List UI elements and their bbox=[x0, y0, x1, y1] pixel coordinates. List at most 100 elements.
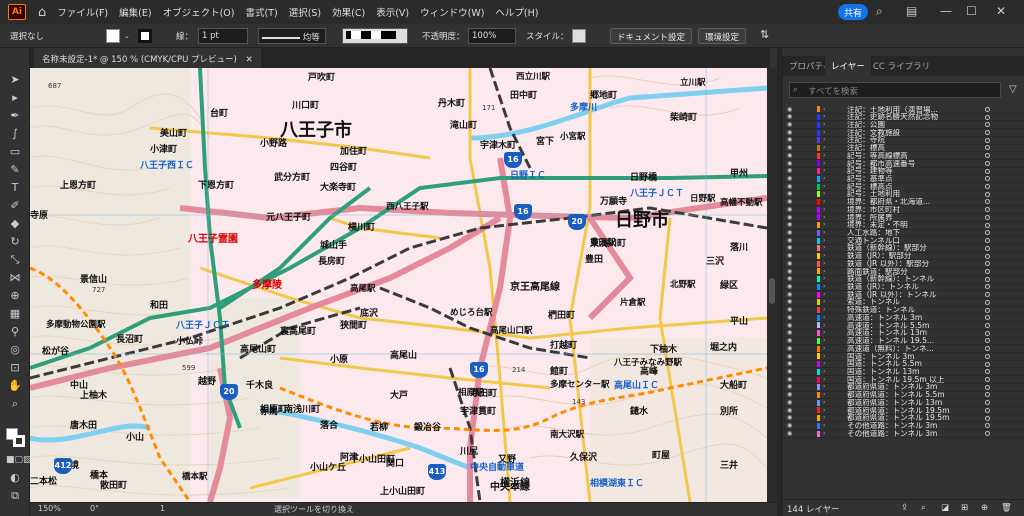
visibility-eye-icon[interactable]: ◉ bbox=[787, 360, 797, 368]
artboard-canvas[interactable]: 八王子市 日野市 戸吹町 西立川駅 丹木町 田中町 郷地町 立川駅 川口町 多摩川 滝山町 美山町 小宮… bbox=[30, 68, 767, 502]
pen-tool-icon[interactable]: ✒ bbox=[6, 108, 24, 124]
new-layer-icon[interactable]: ⊕ bbox=[981, 503, 988, 513]
visibility-eye-icon[interactable]: ◉ bbox=[787, 298, 797, 306]
expand-arrow-icon[interactable]: › bbox=[823, 306, 825, 314]
visibility-eye-icon[interactable]: ◉ bbox=[787, 237, 797, 245]
target-circle-icon[interactable] bbox=[985, 214, 990, 220]
tab-cc-libraries[interactable]: CC ライブラリ bbox=[873, 60, 930, 72]
visibility-eye-icon[interactable]: ◉ bbox=[787, 113, 797, 121]
visibility-eye-icon[interactable]: ◉ bbox=[787, 167, 797, 175]
close-tab-icon[interactable]: ✕ bbox=[246, 55, 253, 65]
zoom-level[interactable]: 150% bbox=[38, 504, 61, 513]
menu-file[interactable]: ファイル(F) bbox=[57, 5, 108, 19]
target-circle-icon[interactable] bbox=[985, 106, 990, 112]
maximize-icon[interactable]: ☐ bbox=[966, 4, 977, 18]
visibility-eye-icon[interactable]: ◉ bbox=[787, 353, 797, 361]
rectangle-tool-icon[interactable]: ▭ bbox=[6, 144, 24, 160]
visibility-eye-icon[interactable]: ◉ bbox=[787, 283, 797, 291]
minimize-icon[interactable]: — bbox=[940, 4, 952, 18]
visibility-eye-icon[interactable]: ◉ bbox=[787, 198, 797, 206]
share-button[interactable]: 共有 bbox=[838, 4, 868, 20]
expand-arrow-icon[interactable]: › bbox=[823, 337, 825, 345]
document-tab[interactable]: 名称未設定-1* @ 150 % (CMYK/CPU プレビュー) ✕ bbox=[34, 48, 261, 68]
type-tool-icon[interactable]: T bbox=[6, 180, 24, 196]
expand-arrow-icon[interactable]: › bbox=[823, 113, 825, 121]
expand-arrow-icon[interactable]: › bbox=[823, 407, 825, 415]
rotation-angle[interactable]: 0° bbox=[90, 504, 99, 513]
target-circle-icon[interactable] bbox=[985, 276, 990, 282]
graphic-style-swatch[interactable] bbox=[572, 29, 586, 43]
expand-arrow-icon[interactable]: › bbox=[823, 237, 825, 245]
expand-arrow-icon[interactable]: › bbox=[823, 291, 825, 299]
visibility-eye-icon[interactable]: ◉ bbox=[787, 106, 797, 113]
hand-tool-icon[interactable]: ✋ bbox=[6, 378, 24, 394]
preferences-button[interactable]: 環境設定 bbox=[698, 28, 747, 44]
eyedropper-tool-icon[interactable]: ⚲ bbox=[6, 324, 24, 340]
close-icon[interactable]: ✕ bbox=[996, 4, 1006, 18]
expand-arrow-icon[interactable]: › bbox=[823, 329, 825, 337]
visibility-eye-icon[interactable]: ◉ bbox=[787, 368, 797, 376]
visibility-eye-icon[interactable]: ◉ bbox=[787, 383, 797, 391]
locate-object-icon[interactable]: ⌕ bbox=[921, 503, 926, 513]
target-circle-icon[interactable] bbox=[985, 361, 990, 367]
scale-tool-icon[interactable]: ⤡ bbox=[6, 252, 24, 268]
export-icon[interactable]: ⇪ bbox=[901, 503, 908, 513]
expand-arrow-icon[interactable]: › bbox=[823, 229, 825, 237]
target-circle-icon[interactable] bbox=[985, 384, 990, 390]
visibility-eye-icon[interactable]: ◉ bbox=[787, 190, 797, 198]
artboard-number[interactable]: 1 bbox=[160, 504, 165, 513]
rotate-tool-icon[interactable]: ↻ bbox=[6, 234, 24, 250]
target-circle-icon[interactable] bbox=[985, 222, 990, 228]
expand-arrow-icon[interactable]: › bbox=[823, 353, 825, 361]
home-icon[interactable]: ⌂ bbox=[38, 5, 46, 20]
visibility-eye-icon[interactable]: ◉ bbox=[787, 129, 797, 137]
expand-arrow-icon[interactable]: › bbox=[823, 206, 825, 214]
layer-row[interactable]: ◉ › その他道路：トンネル 3m bbox=[783, 430, 1024, 438]
paintbrush-tool-icon[interactable]: ✎ bbox=[6, 162, 24, 178]
expand-arrow-icon[interactable]: › bbox=[823, 298, 825, 306]
visibility-eye-icon[interactable]: ◉ bbox=[787, 136, 797, 144]
expand-arrow-icon[interactable]: › bbox=[823, 360, 825, 368]
visibility-eye-icon[interactable]: ◉ bbox=[787, 322, 797, 330]
visibility-eye-icon[interactable]: ◉ bbox=[787, 407, 797, 415]
visibility-eye-icon[interactable]: ◉ bbox=[787, 275, 797, 283]
expand-arrow-icon[interactable]: › bbox=[823, 152, 825, 160]
new-sublayer-icon[interactable]: ⊞ bbox=[961, 503, 968, 513]
target-circle-icon[interactable] bbox=[985, 353, 990, 359]
expand-arrow-icon[interactable]: › bbox=[823, 275, 825, 283]
visibility-eye-icon[interactable]: ◉ bbox=[787, 291, 797, 299]
visibility-eye-icon[interactable]: ◉ bbox=[787, 329, 797, 337]
visibility-eye-icon[interactable]: ◉ bbox=[787, 314, 797, 322]
zoom-tool-icon[interactable]: ⌕ bbox=[6, 396, 24, 412]
brush-definition[interactable] bbox=[342, 28, 408, 44]
vertical-scrollbar[interactable] bbox=[767, 68, 777, 502]
eraser-tool-icon[interactable]: ◆ bbox=[6, 216, 24, 232]
menu-help[interactable]: ヘルプ(H) bbox=[495, 5, 538, 19]
stroke-color-icon[interactable] bbox=[13, 435, 25, 447]
direct-selection-tool-icon[interactable]: ▸ bbox=[6, 90, 24, 106]
expand-arrow-icon[interactable]: › bbox=[823, 198, 825, 206]
target-circle-icon[interactable] bbox=[985, 299, 990, 305]
visibility-eye-icon[interactable]: ◉ bbox=[787, 376, 797, 384]
visibility-eye-icon[interactable]: ◉ bbox=[787, 121, 797, 129]
pencil-tool-icon[interactable]: ✐ bbox=[6, 198, 24, 214]
expand-arrow-icon[interactable]: › bbox=[823, 322, 825, 330]
target-circle-icon[interactable] bbox=[985, 160, 990, 166]
expand-arrow-icon[interactable]: › bbox=[823, 391, 825, 399]
expand-arrow-icon[interactable]: › bbox=[823, 414, 825, 422]
menu-effect[interactable]: 効果(C) bbox=[332, 5, 365, 19]
current-tool-status[interactable]: 選択ツールを切り換え bbox=[274, 504, 354, 515]
visibility-eye-icon[interactable]: ◉ bbox=[787, 206, 797, 214]
expand-arrow-icon[interactable]: › bbox=[823, 314, 825, 322]
visibility-eye-icon[interactable]: ◉ bbox=[787, 183, 797, 191]
width-tool-icon[interactable]: ⋈ bbox=[6, 270, 24, 286]
expand-arrow-icon[interactable]: › bbox=[823, 136, 825, 144]
fill-swatch[interactable] bbox=[106, 29, 120, 43]
expand-arrow-icon[interactable]: › bbox=[823, 106, 825, 113]
visibility-eye-icon[interactable]: ◉ bbox=[787, 399, 797, 407]
shape-builder-tool-icon[interactable]: ⊕ bbox=[6, 288, 24, 304]
visibility-eye-icon[interactable]: ◉ bbox=[787, 160, 797, 168]
opacity-field[interactable]: 100% bbox=[468, 28, 516, 44]
target-circle-icon[interactable] bbox=[985, 191, 990, 197]
expand-arrow-icon[interactable]: › bbox=[823, 221, 825, 229]
